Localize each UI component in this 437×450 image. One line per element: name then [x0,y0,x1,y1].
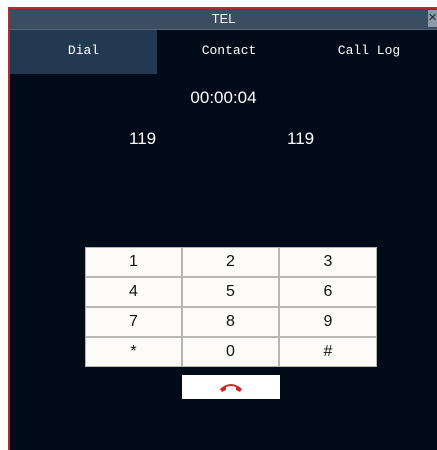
caller-number: 119 [129,129,157,148]
title-bar: TEL ✕ [10,9,437,29]
key-4[interactable]: 4 [85,277,182,307]
hang-up-button[interactable] [182,375,280,399]
key-6[interactable]: 6 [279,277,377,307]
key-1[interactable]: 1 [85,247,182,277]
key-9[interactable]: 9 [279,307,377,337]
dial-keypad: 1 2 3 4 5 6 7 8 9 * 0 # [85,247,377,367]
tab-contact[interactable]: Contact [157,30,301,74]
tab-bar: Dial Contact Call Log [10,29,437,74]
tel-window: TEL ✕ Dial Contact Call Log 00:00:04 119… [8,7,437,450]
key-8[interactable]: 8 [182,307,279,337]
key-5[interactable]: 5 [182,277,279,307]
tab-dial[interactable]: Dial [10,30,157,74]
key-2[interactable]: 2 [182,247,279,277]
key-0[interactable]: 0 [182,337,279,367]
key-star[interactable]: * [85,337,182,367]
window-title: TEL [211,11,236,26]
hang-up-phone-icon [220,384,242,392]
call-timer: 00:00:04 [190,88,257,107]
callee-number: 119 [287,129,315,148]
tab-call-log[interactable]: Call Log [301,30,437,74]
close-icon[interactable]: ✕ [428,10,437,27]
key-7[interactable]: 7 [85,307,182,337]
key-3[interactable]: 3 [279,247,377,277]
key-hash[interactable]: # [279,337,377,367]
